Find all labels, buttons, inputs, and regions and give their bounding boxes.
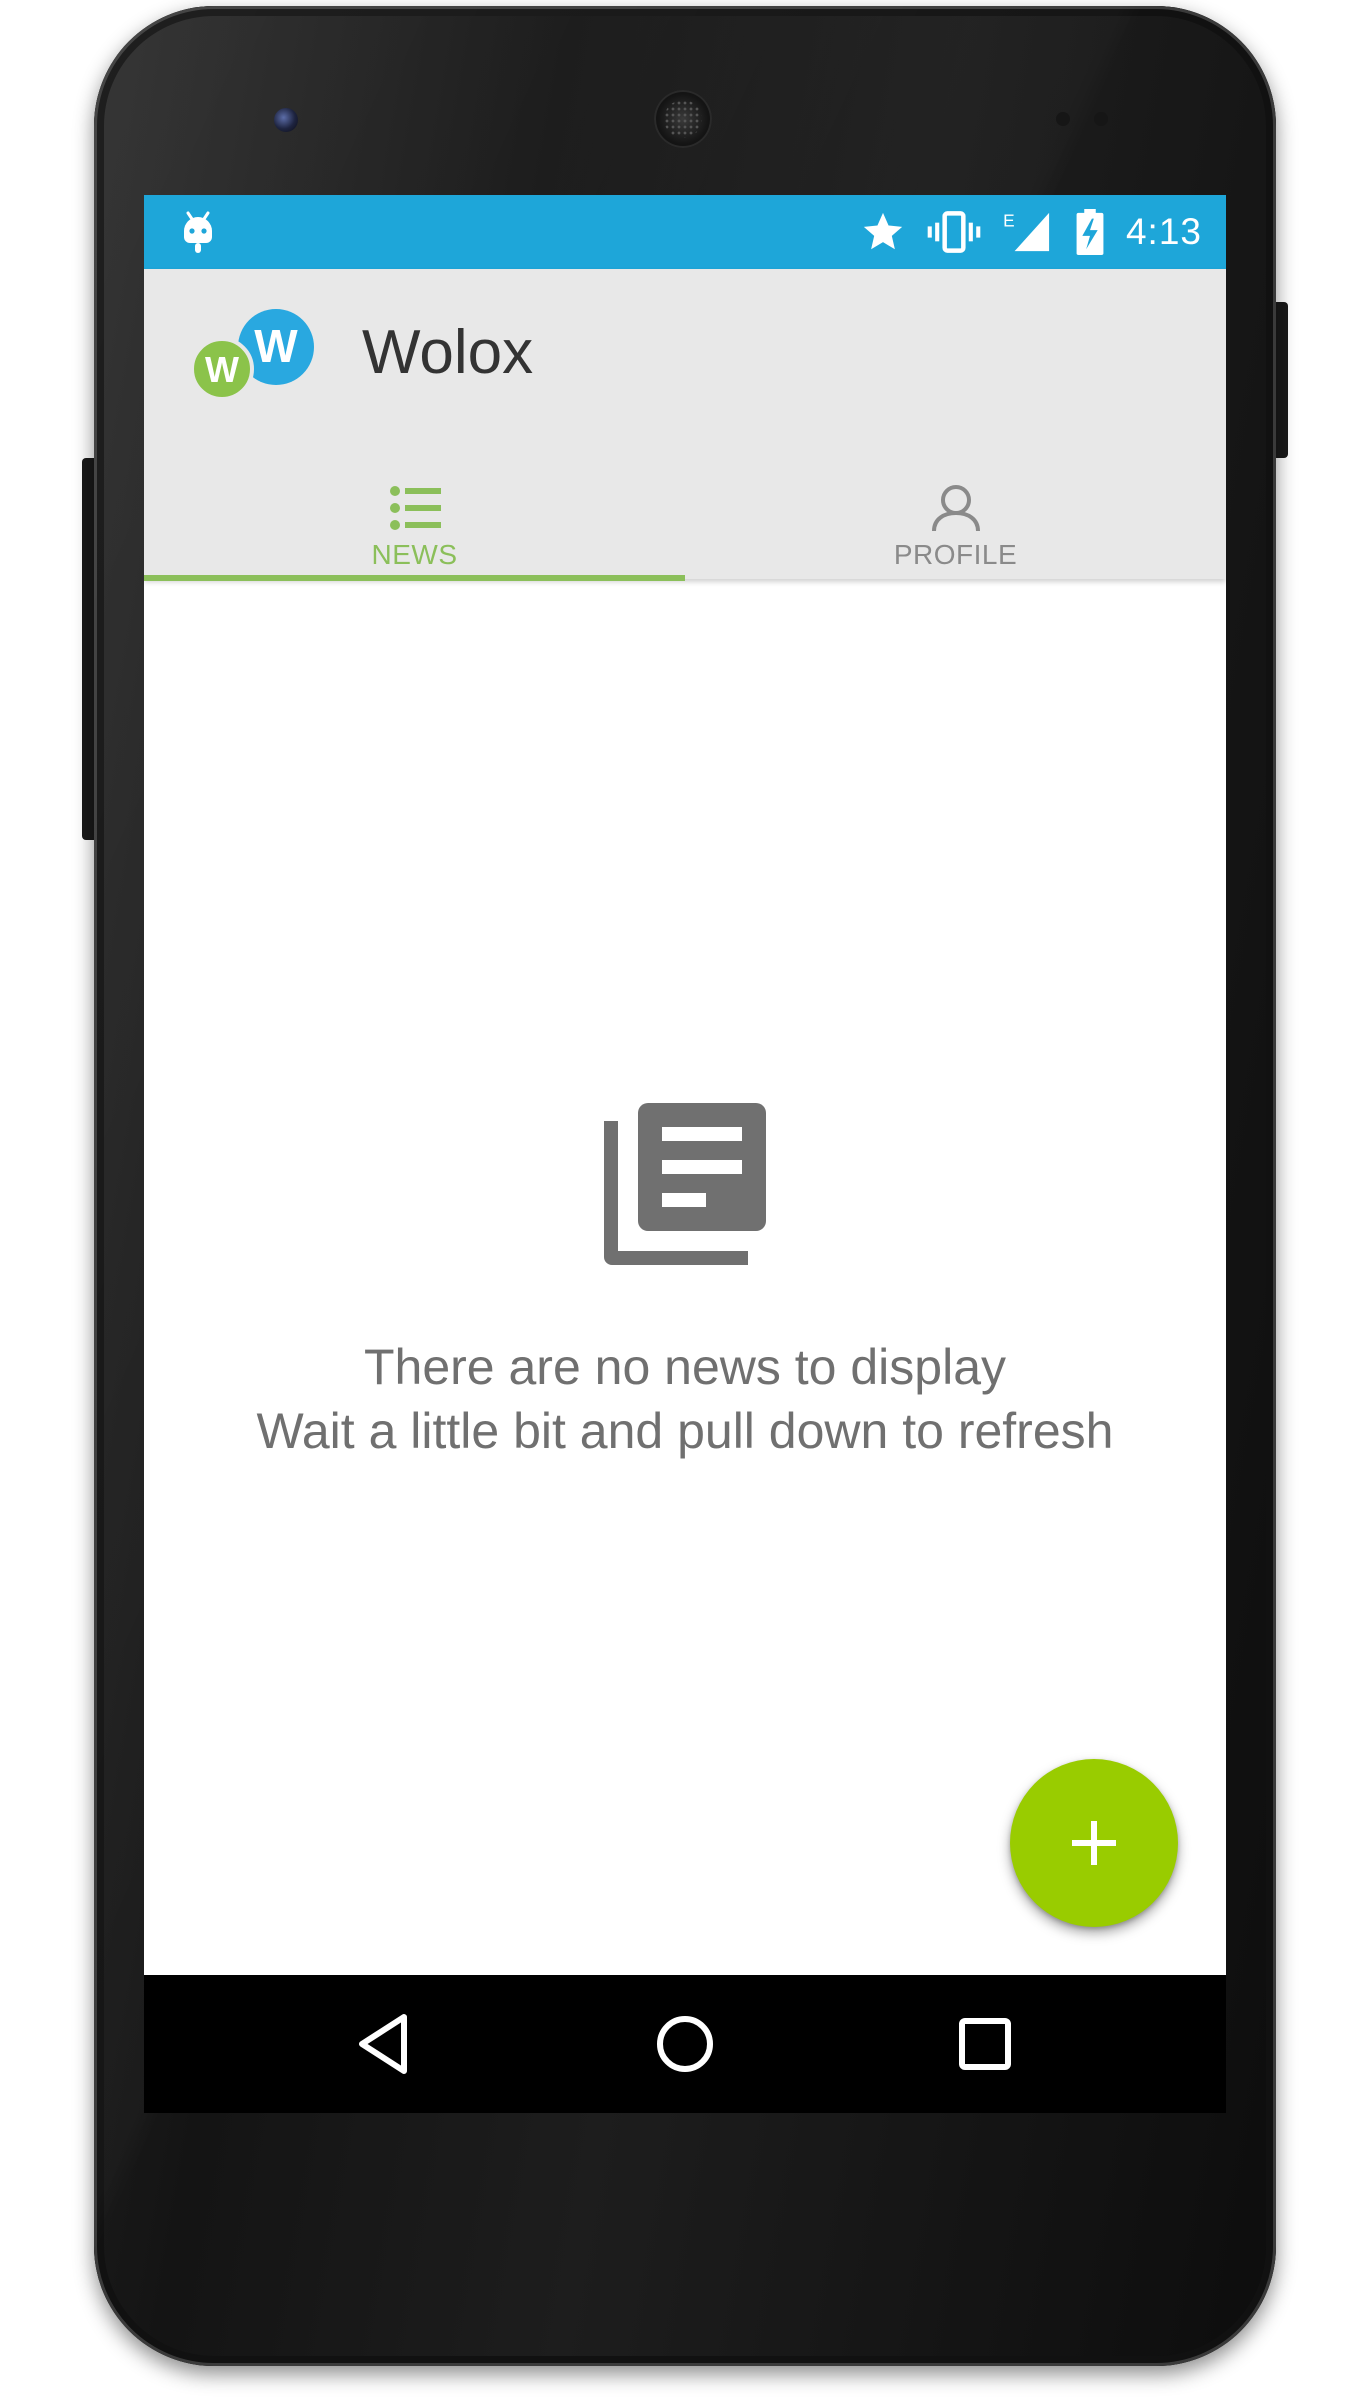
navigation-bar xyxy=(144,1975,1226,2113)
phone-screen: E 4:13 W W Wolox NEWS PROFILE There are … xyxy=(144,195,1226,2113)
home-icon[interactable] xyxy=(640,1999,730,2089)
empty-state-message: There are no news to display Wait a litt… xyxy=(144,1335,1226,1463)
news-icon xyxy=(604,1103,766,1265)
person-icon xyxy=(932,485,980,532)
empty-state-hint: Wait a little bit and pull down to refre… xyxy=(256,1403,1114,1459)
tab-news-label: NEWS xyxy=(371,539,458,570)
list-icon xyxy=(390,486,441,530)
add-news-button[interactable] xyxy=(1010,1759,1178,1927)
app-bar: W W Wolox NEWS PROFILE xyxy=(144,269,1226,579)
tab-news[interactable]: NEWS xyxy=(144,459,685,579)
proximity-sensor xyxy=(1056,112,1070,126)
recents-icon[interactable] xyxy=(940,1999,1030,2089)
device-stage: E 4:13 W W Wolox NEWS PROFILE There are … xyxy=(0,0,1370,2405)
star-icon xyxy=(863,212,903,250)
wolox-logo-icon: W W xyxy=(190,309,314,401)
android-notification-icon xyxy=(184,211,212,253)
speaker-grille xyxy=(664,100,702,138)
status-icons: E 4:13 xyxy=(860,195,1202,269)
vibrate-icon xyxy=(927,211,981,253)
signal-edge-icon: E xyxy=(1003,210,1050,252)
svg-text:W: W xyxy=(205,349,239,390)
selected-tab-indicator xyxy=(144,575,685,581)
status-bar: E 4:13 xyxy=(144,195,1226,269)
app-title: Wolox xyxy=(362,318,534,387)
tab-profile-label: PROFILE xyxy=(893,539,1018,570)
front-camera xyxy=(274,108,298,132)
empty-state-title: There are no news to display xyxy=(363,1339,1007,1395)
light-sensor xyxy=(1094,112,1108,126)
svg-text:W: W xyxy=(254,320,298,372)
status-time: 4:13 xyxy=(1125,211,1202,252)
tab-profile[interactable]: PROFILE xyxy=(685,459,1226,579)
svg-text:E: E xyxy=(1003,210,1015,230)
plus-icon xyxy=(1072,1821,1116,1865)
back-icon[interactable] xyxy=(340,1999,430,2089)
battery-charging-icon xyxy=(1076,209,1104,255)
